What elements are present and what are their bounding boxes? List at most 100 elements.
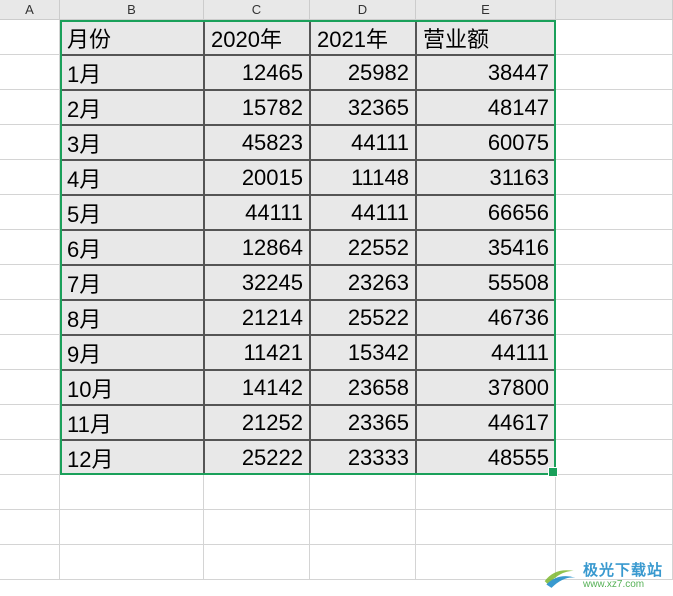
- cell[interactable]: 23365: [310, 405, 416, 440]
- cell[interactable]: 38447: [416, 55, 556, 90]
- cell[interactable]: [0, 55, 60, 90]
- cell[interactable]: [0, 545, 60, 580]
- cell[interactable]: 1月: [60, 55, 204, 90]
- cell[interactable]: [0, 475, 60, 510]
- column-header-blank[interactable]: [556, 0, 673, 19]
- column-header-e[interactable]: E: [416, 0, 556, 19]
- cell[interactable]: 25222: [204, 440, 310, 475]
- cell[interactable]: 23658: [310, 370, 416, 405]
- cell[interactable]: 35416: [416, 230, 556, 265]
- cell[interactable]: 37800: [416, 370, 556, 405]
- cell[interactable]: 44111: [416, 335, 556, 370]
- cell[interactable]: [0, 440, 60, 475]
- cell[interactable]: 44111: [204, 195, 310, 230]
- cell[interactable]: 6月: [60, 230, 204, 265]
- cell[interactable]: 9月: [60, 335, 204, 370]
- cell[interactable]: [204, 510, 310, 545]
- cell[interactable]: 32245: [204, 265, 310, 300]
- cell[interactable]: [0, 160, 60, 195]
- cell[interactable]: 48555: [416, 440, 556, 475]
- cell[interactable]: [0, 370, 60, 405]
- cell[interactable]: 60075: [416, 125, 556, 160]
- cell[interactable]: 48147: [416, 90, 556, 125]
- cell[interactable]: 8月: [60, 300, 204, 335]
- cell[interactable]: [0, 265, 60, 300]
- cell[interactable]: 44111: [310, 195, 416, 230]
- cell[interactable]: 25522: [310, 300, 416, 335]
- cell[interactable]: [0, 20, 60, 55]
- cell[interactable]: [0, 300, 60, 335]
- cell[interactable]: [556, 300, 673, 335]
- cell[interactable]: [556, 125, 673, 160]
- cell[interactable]: [60, 510, 204, 545]
- cell[interactable]: 21252: [204, 405, 310, 440]
- cell[interactable]: 12月: [60, 440, 204, 475]
- cell[interactable]: [310, 475, 416, 510]
- cell[interactable]: [556, 440, 673, 475]
- cell[interactable]: [0, 90, 60, 125]
- cell[interactable]: 12465: [204, 55, 310, 90]
- cell[interactable]: 31163: [416, 160, 556, 195]
- cell[interactable]: 2月: [60, 90, 204, 125]
- cell[interactable]: [0, 405, 60, 440]
- cell[interactable]: 5月: [60, 195, 204, 230]
- cell[interactable]: [556, 20, 673, 55]
- cell[interactable]: 11148: [310, 160, 416, 195]
- cell[interactable]: [60, 545, 204, 580]
- cell[interactable]: 44617: [416, 405, 556, 440]
- cell[interactable]: 55508: [416, 265, 556, 300]
- cell[interactable]: [310, 545, 416, 580]
- cell[interactable]: 20015: [204, 160, 310, 195]
- column-header-a[interactable]: A: [0, 0, 60, 19]
- cell[interactable]: 25982: [310, 55, 416, 90]
- cell[interactable]: 23333: [310, 440, 416, 475]
- column-header-b[interactable]: B: [60, 0, 204, 19]
- cell[interactable]: [310, 510, 416, 545]
- spreadsheet[interactable]: A B C D E 月份 2020年 2021年 营业额 1月 12465 25…: [0, 0, 673, 580]
- cell-header-2020[interactable]: 2020年: [204, 20, 310, 55]
- cell[interactable]: [556, 160, 673, 195]
- cell[interactable]: 46736: [416, 300, 556, 335]
- cell[interactable]: [556, 230, 673, 265]
- cell[interactable]: 23263: [310, 265, 416, 300]
- cell-header-month[interactable]: 月份: [60, 20, 204, 55]
- cell[interactable]: [204, 475, 310, 510]
- cell[interactable]: [556, 195, 673, 230]
- cell[interactable]: 32365: [310, 90, 416, 125]
- cell-header-revenue[interactable]: 营业额: [416, 20, 556, 55]
- cell[interactable]: [556, 335, 673, 370]
- cell[interactable]: 3月: [60, 125, 204, 160]
- cell[interactable]: 12864: [204, 230, 310, 265]
- column-header-d[interactable]: D: [310, 0, 416, 19]
- cell[interactable]: 14142: [204, 370, 310, 405]
- cell[interactable]: 15782: [204, 90, 310, 125]
- cell[interactable]: 11421: [204, 335, 310, 370]
- cell[interactable]: [204, 545, 310, 580]
- cell[interactable]: [0, 510, 60, 545]
- cell[interactable]: [416, 475, 556, 510]
- cell[interactable]: 22552: [310, 230, 416, 265]
- cell-header-2021[interactable]: 2021年: [310, 20, 416, 55]
- cell[interactable]: [556, 265, 673, 300]
- cell[interactable]: [0, 230, 60, 265]
- cell[interactable]: 10月: [60, 370, 204, 405]
- cell[interactable]: [0, 125, 60, 160]
- cell[interactable]: 15342: [310, 335, 416, 370]
- cell[interactable]: 45823: [204, 125, 310, 160]
- cell[interactable]: [0, 195, 60, 230]
- cell[interactable]: [556, 475, 673, 510]
- cell[interactable]: 44111: [310, 125, 416, 160]
- cell[interactable]: 66656: [416, 195, 556, 230]
- cell[interactable]: [0, 335, 60, 370]
- cell[interactable]: [416, 545, 556, 580]
- cell[interactable]: [556, 370, 673, 405]
- cell[interactable]: 4月: [60, 160, 204, 195]
- cell[interactable]: [416, 510, 556, 545]
- cell[interactable]: [556, 510, 673, 545]
- cell[interactable]: 7月: [60, 265, 204, 300]
- cell[interactable]: 21214: [204, 300, 310, 335]
- cell[interactable]: [556, 405, 673, 440]
- cell[interactable]: [60, 475, 204, 510]
- cell[interactable]: [556, 90, 673, 125]
- cell[interactable]: 11月: [60, 405, 204, 440]
